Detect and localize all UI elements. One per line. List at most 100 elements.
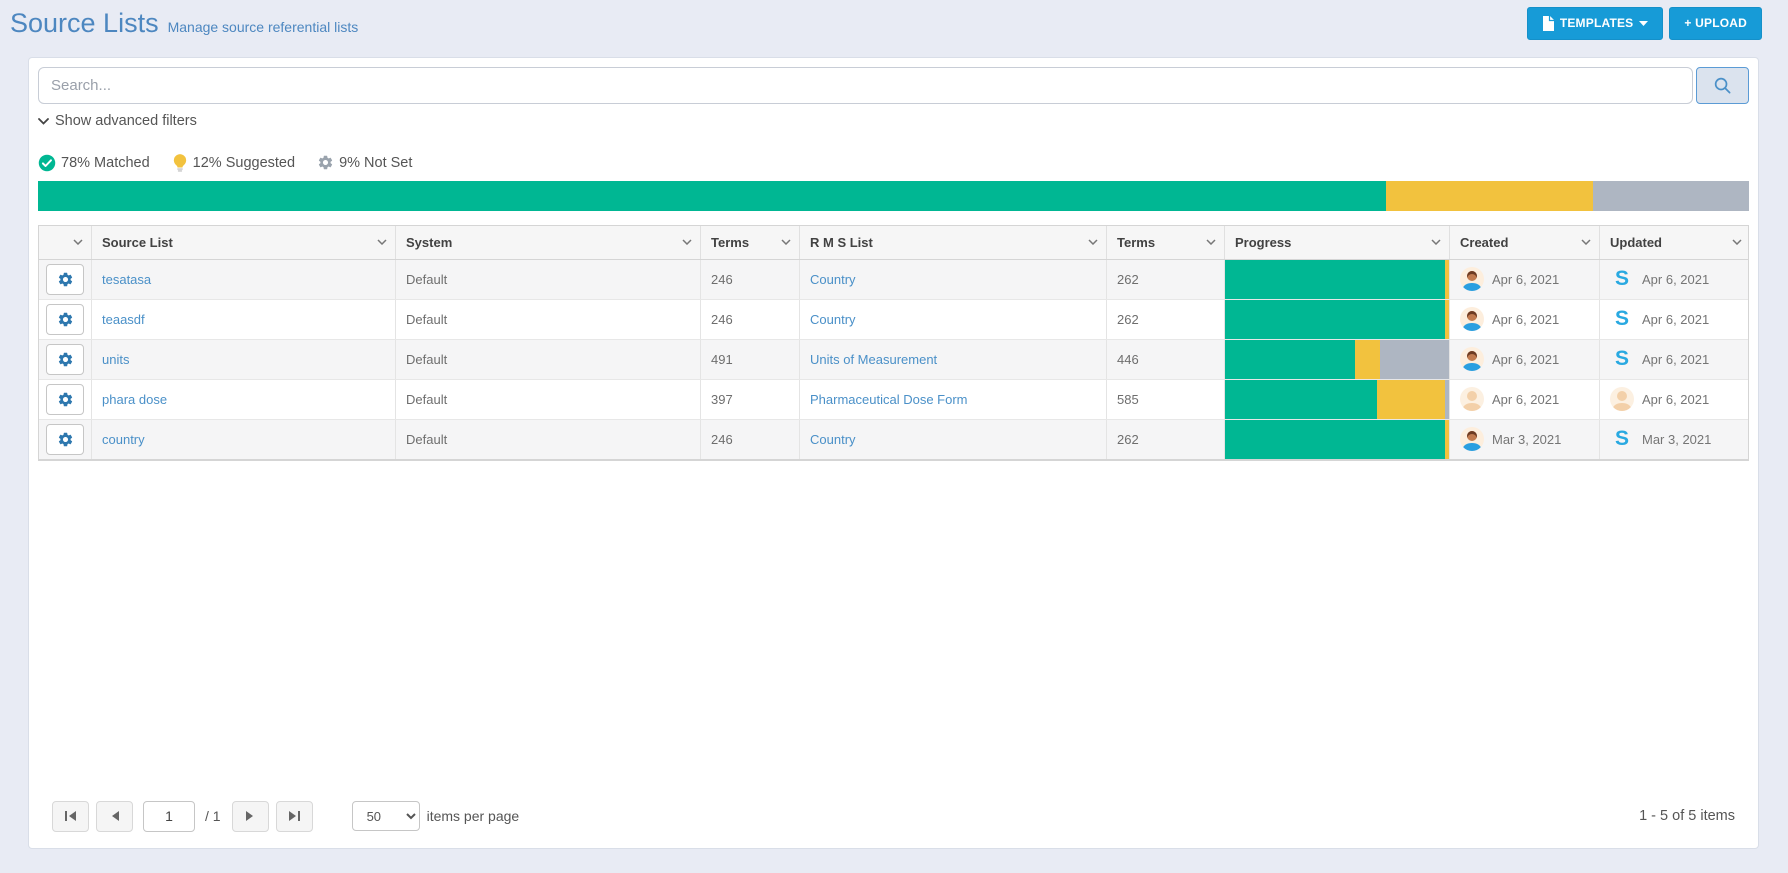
- row-progress-bar: [1225, 380, 1449, 419]
- show-advanced-filters-toggle[interactable]: Show advanced filters: [38, 113, 197, 129]
- system-cell: Default: [396, 300, 701, 339]
- matched-segment: [1225, 300, 1445, 339]
- source-list-link[interactable]: country: [102, 432, 145, 447]
- suggested-segment: [1445, 260, 1449, 299]
- matched-segment: [1225, 340, 1355, 379]
- row-settings-button[interactable]: [46, 344, 84, 375]
- column-header-system[interactable]: System: [396, 226, 701, 259]
- suggested-segment: [1355, 340, 1380, 379]
- column-header-rms-terms[interactable]: Terms: [1107, 226, 1225, 259]
- previous-page-button[interactable]: [96, 801, 133, 832]
- legend-suggested-label: 12% Suggested: [193, 155, 295, 171]
- check-circle-icon: [38, 154, 56, 172]
- rms-list-link[interactable]: Country: [810, 272, 856, 287]
- updated-by-avatar: [1610, 427, 1634, 451]
- page-number-input[interactable]: [143, 801, 195, 832]
- created-by-avatar: [1460, 307, 1484, 331]
- source-lists-table: Source List System Terms R M S List Term…: [38, 225, 1749, 461]
- templates-button[interactable]: TEMPLATES: [1527, 7, 1664, 40]
- column-label: Progress: [1235, 235, 1291, 250]
- first-page-icon: [64, 810, 78, 822]
- gear-icon: [57, 271, 74, 288]
- chevron-down-icon[interactable]: [73, 239, 83, 245]
- previous-page-icon: [110, 810, 120, 822]
- gear-icon: [57, 431, 74, 448]
- source-list-link[interactable]: units: [102, 352, 129, 367]
- search-button[interactable]: [1696, 67, 1749, 104]
- rms-list-link[interactable]: Country: [810, 432, 856, 447]
- column-header-created[interactable]: Created: [1450, 226, 1600, 259]
- source-list-link[interactable]: phara dose: [102, 392, 167, 407]
- rms-list-link[interactable]: Country: [810, 312, 856, 327]
- upload-button[interactable]: + UPLOAD: [1669, 7, 1762, 40]
- chevron-down-icon[interactable]: [682, 239, 692, 245]
- table-row: units Default 491 Units of Measurement 4…: [39, 340, 1748, 380]
- search-icon: [1713, 76, 1732, 95]
- terms-cell: 246: [701, 420, 800, 459]
- row-progress-bar: [1225, 260, 1449, 299]
- chevron-down-icon[interactable]: [1732, 239, 1742, 245]
- next-page-button[interactable]: [232, 801, 269, 832]
- row-settings-button[interactable]: [46, 264, 84, 295]
- column-label: Updated: [1610, 235, 1662, 250]
- updated-by-avatar: [1610, 267, 1634, 291]
- system-cell: Default: [396, 420, 701, 459]
- created-by-avatar: [1460, 267, 1484, 291]
- chevron-down-icon[interactable]: [377, 239, 387, 245]
- row-settings-button[interactable]: [46, 424, 84, 455]
- page-header: Source Lists Manage source referential l…: [0, 0, 1788, 46]
- column-label: Created: [1460, 235, 1508, 250]
- match-legend: 78% Matched 12% Suggested 9% Not Set: [38, 154, 1749, 172]
- source-lists-panel: Show advanced filters 78% Matched 12% Su…: [28, 57, 1759, 849]
- updated-date: Apr 6, 2021: [1642, 312, 1709, 327]
- column-header-actions: [39, 226, 92, 259]
- chevron-down-icon: [38, 118, 49, 125]
- created-date: Apr 6, 2021: [1492, 272, 1559, 287]
- document-icon: [1542, 16, 1554, 31]
- rms-terms-cell: 446: [1107, 340, 1225, 379]
- suggested-segment: [1377, 380, 1444, 419]
- page-count-label: / 1: [205, 808, 221, 824]
- templates-button-label: TEMPLATES: [1560, 16, 1634, 30]
- source-list-link[interactable]: tesatasa: [102, 272, 151, 287]
- chevron-down-icon[interactable]: [1431, 239, 1441, 245]
- suggested-segment: [1445, 420, 1449, 459]
- legend-not-set: 9% Not Set: [317, 154, 412, 171]
- overall-progress-bar: [38, 181, 1749, 211]
- column-header-source-list[interactable]: Source List: [92, 226, 396, 259]
- source-list-link[interactable]: teaasdf: [102, 312, 145, 327]
- table-row: teaasdf Default 246 Country 262 Apr 6, 2…: [39, 300, 1748, 340]
- legend-matched-label: 78% Matched: [61, 155, 150, 171]
- chevron-down-icon[interactable]: [1581, 239, 1591, 245]
- row-progress-bar: [1225, 300, 1449, 339]
- matched-segment: [1225, 420, 1445, 459]
- rms-list-link[interactable]: Pharmaceutical Dose Form: [810, 392, 968, 407]
- rms-list-link[interactable]: Units of Measurement: [810, 352, 937, 367]
- lightbulb-icon: [172, 154, 188, 172]
- advanced-filters-label: Show advanced filters: [55, 113, 197, 129]
- first-page-button[interactable]: [52, 801, 89, 832]
- gear-icon: [317, 154, 334, 171]
- column-header-progress[interactable]: Progress: [1225, 226, 1450, 259]
- row-settings-button[interactable]: [46, 384, 84, 415]
- items-per-page-label: items per page: [427, 808, 520, 824]
- gear-icon: [57, 311, 74, 328]
- column-header-terms[interactable]: Terms: [701, 226, 800, 259]
- last-page-button[interactable]: [276, 801, 313, 832]
- column-header-rms-list[interactable]: R M S List: [800, 226, 1107, 259]
- page-subtitle: Manage source referential lists: [168, 19, 359, 35]
- search-input[interactable]: [38, 67, 1693, 104]
- chevron-down-icon[interactable]: [781, 239, 791, 245]
- matched-segment: [1225, 380, 1377, 419]
- chevron-down-icon[interactable]: [1206, 239, 1216, 245]
- chevron-down-icon[interactable]: [1088, 239, 1098, 245]
- items-range-label: 1 - 5 of 5 items: [1639, 808, 1735, 824]
- column-label: R M S List: [810, 235, 873, 250]
- rms-terms-cell: 585: [1107, 380, 1225, 419]
- page-size-select[interactable]: 50: [352, 801, 420, 831]
- created-by-avatar: [1460, 347, 1484, 371]
- column-header-updated[interactable]: Updated: [1600, 226, 1750, 259]
- system-cell: Default: [396, 380, 701, 419]
- row-settings-button[interactable]: [46, 304, 84, 335]
- terms-cell: 397: [701, 380, 800, 419]
